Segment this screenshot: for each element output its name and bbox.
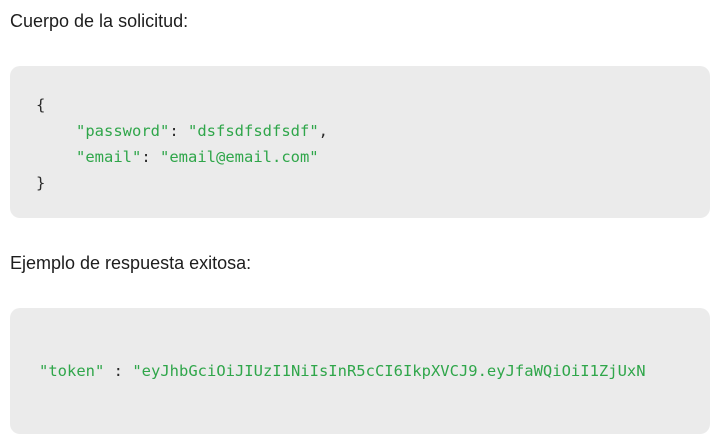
- password-trailing-comma: ,: [318, 122, 328, 140]
- token-separator: :: [104, 362, 133, 380]
- response-code-block: "token" : "eyJhbGciOiJIUzI1NiIsInR5cCI6I…: [10, 308, 710, 434]
- open-brace: {: [36, 96, 46, 114]
- password-value: "dsfsdfsdfsdf": [188, 122, 319, 140]
- code-line-password: "password": "dsfsdfsdfsdf",: [36, 118, 710, 144]
- token-key: "token": [39, 362, 105, 380]
- email-separator: :: [141, 148, 160, 166]
- code-line-email: "email": "email@email.com": [36, 144, 710, 170]
- email-key: "email": [76, 148, 142, 166]
- response-example-label: Ejemplo de respuesta exitosa:: [10, 253, 252, 273]
- code-line-open-brace: {: [36, 92, 710, 118]
- token-value: "eyJhbGciOiJIUzI1NiIsInR5cCI6IkpXVCJ9.ey…: [132, 362, 646, 380]
- code-line-close-brace: }: [36, 170, 710, 196]
- password-separator: :: [169, 122, 188, 140]
- close-brace: }: [36, 174, 46, 192]
- email-value: "email@email.com": [160, 148, 319, 166]
- request-body-label: Cuerpo de la solicitud:: [10, 11, 189, 31]
- password-key: "password": [76, 122, 170, 140]
- code-line-token: "token" : "eyJhbGciOiJIUzI1NiIsInR5cCI6I…: [39, 358, 710, 384]
- request-code-block: { "password": "dsfsdfsdfsdf", "email": "…: [10, 66, 710, 218]
